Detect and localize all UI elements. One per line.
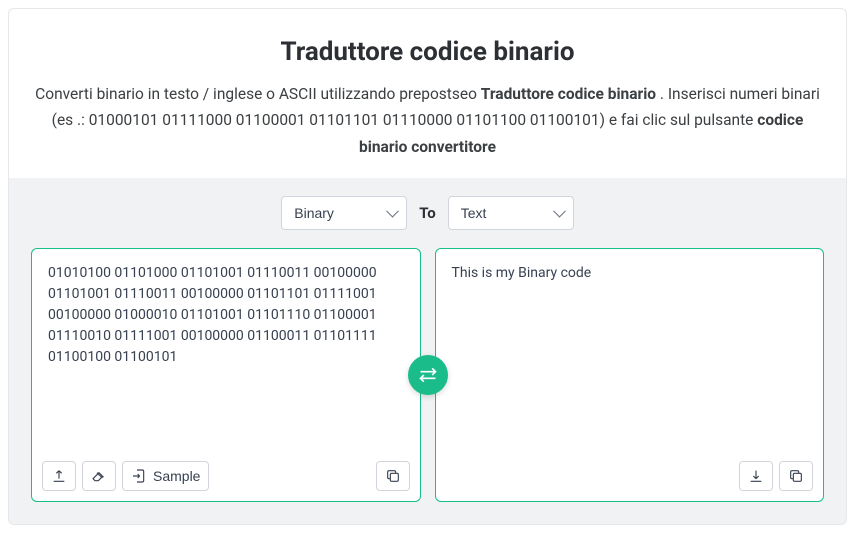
eraser-icon — [91, 468, 107, 484]
copy-output-button[interactable] — [779, 461, 813, 491]
file-import-icon — [131, 468, 147, 484]
to-select[interactable]: Text — [448, 196, 574, 230]
sample-label: Sample — [153, 468, 200, 484]
header: Traduttore codice binario Converti binar… — [9, 9, 846, 178]
subtitle-bold: Traduttore codice binario — [481, 85, 656, 103]
panes: Sample — [31, 248, 824, 502]
from-select-wrap: Binary — [281, 196, 407, 230]
converter-card: Traduttore codice binario Converti binar… — [8, 8, 847, 525]
upload-icon — [51, 468, 67, 484]
download-icon — [748, 468, 764, 484]
selectors-row: Binary To Text — [31, 196, 824, 230]
input-pane: Sample — [31, 248, 421, 502]
output-textarea[interactable] — [436, 249, 824, 453]
from-select[interactable]: Binary — [281, 196, 407, 230]
workarea: Binary To Text — [9, 178, 846, 524]
copy-input-button[interactable] — [376, 461, 410, 491]
swap-button[interactable] — [408, 355, 448, 395]
download-button[interactable] — [739, 461, 773, 491]
copy-icon — [385, 468, 401, 484]
erase-button[interactable] — [82, 461, 116, 491]
swap-icon — [418, 365, 438, 385]
input-textarea[interactable] — [32, 249, 420, 453]
sample-button[interactable]: Sample — [122, 461, 209, 491]
page-subtitle: Converti binario in testo / inglese o AS… — [25, 81, 830, 160]
output-pane — [435, 248, 825, 502]
page-title: Traduttore codice binario — [25, 37, 830, 67]
upload-button[interactable] — [42, 461, 76, 491]
subtitle-text: Converti binario in testo / inglese o AS… — [35, 85, 481, 103]
copy-icon — [788, 468, 804, 484]
to-select-wrap: Text — [448, 196, 574, 230]
to-label: To — [419, 204, 436, 222]
input-footer: Sample — [32, 453, 420, 501]
output-footer — [436, 453, 824, 501]
